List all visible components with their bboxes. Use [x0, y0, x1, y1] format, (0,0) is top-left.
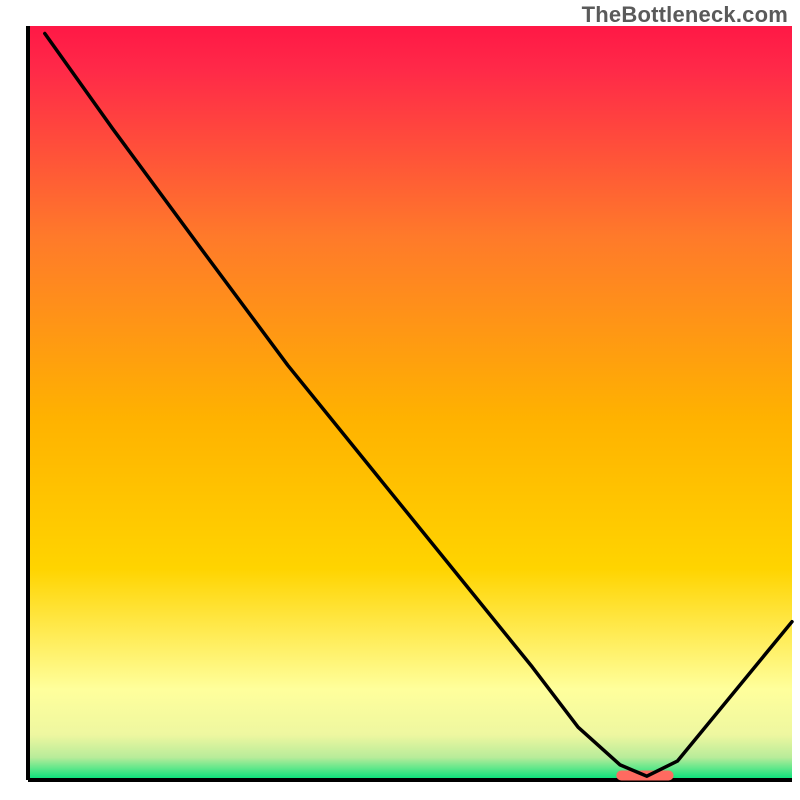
plot-background: [28, 26, 792, 780]
chart-svg: [0, 0, 800, 800]
bottleneck-chart: TheBottleneck.com: [0, 0, 800, 800]
